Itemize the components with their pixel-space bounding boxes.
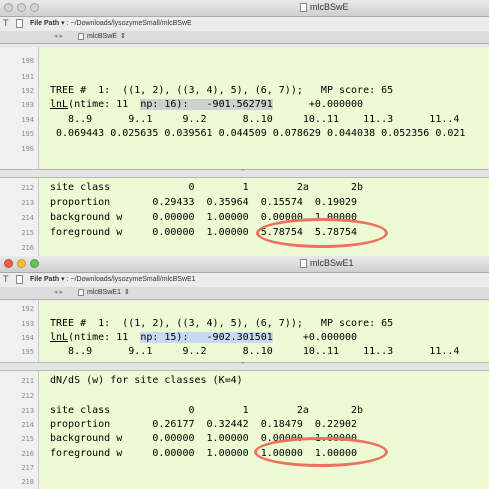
code-line: 216 foreground w 0.00000 1.00000 1.00000 … (21, 448, 358, 459)
title-bar-2[interactable]: mlcBSwE1 (0, 256, 489, 273)
editor-pane-bottom-2[interactable]: 211 dN/dS (w) for site classes (K=4) 212 … (0, 371, 489, 489)
code-line: 192 TREE # 1: ((1, 2), ((3, 4), 5), (6, 7… (21, 85, 394, 96)
code-line: 195 8..9 9..1 9..2 8..10 10..11 11..3 11… (21, 346, 489, 357)
tab-mlcbswe1[interactable]: mlcBSwE1 ⇕ (78, 288, 130, 296)
code-line: 193 TREE # 1: ((1, 2), ((3, 4), 5), (6, 7… (21, 318, 394, 329)
code-line: 215 background w 0.00000 1.00000 0.00000 … (21, 433, 358, 444)
text-cursor-icon[interactable]: T (3, 274, 9, 284)
code-line: 192 (21, 305, 34, 313)
code-line: 211 dN/dS (w) for site classes (K=4) (21, 375, 243, 386)
tab-bar: ◂ ▸ mlcBSwE1 ⇕ (0, 287, 489, 300)
code-line: 216 (21, 244, 34, 252)
code-line: 212 (21, 392, 34, 400)
annotation-oval-bottom (254, 437, 388, 467)
nav-arrows-icon[interactable]: ◂ ▸ (54, 288, 63, 296)
window-title: mlcBSwE1 (300, 258, 354, 268)
document-icon (300, 2, 307, 12)
code-line: 214 background w 0.00000 1.00000 0.00000 … (21, 212, 358, 223)
split-divider[interactable]: ⌃ (0, 169, 489, 178)
code-line: 196 (21, 145, 34, 153)
selection-highlight: np: 15): -902.301501 (140, 332, 273, 343)
tab-bar: ◂ ▸ mlcBSwE ⇕ (0, 31, 489, 44)
document-icon (78, 32, 84, 40)
zoom-window-button[interactable] (30, 3, 39, 12)
code-line: 190 (21, 57, 34, 65)
code-line: 218 (21, 478, 34, 486)
caret-up-icon: ⌃ (240, 362, 246, 369)
code-line: 212 site class 0 1 2a 2b (21, 182, 364, 193)
path-bar: T File Path ▾ : ~/Downloads/lysozymeSmal… (0, 273, 489, 287)
editor-window-2: mlcBSwE1 T File Path ▾ : ~/Downloads/lys… (0, 256, 489, 489)
document-icon (78, 288, 84, 296)
split-divider[interactable]: ⌃ (0, 362, 489, 371)
editor-pane-top-2[interactable]: 192 193 TREE # 1: ((1, 2), ((3, 4), 5), (… (0, 301, 489, 369)
code-line: 217 (21, 464, 34, 472)
close-window-button[interactable] (4, 259, 13, 268)
code-line: 215 foreground w 0.00000 1.00000 5.78754 … (21, 227, 358, 238)
editor-pane-top-1[interactable]: 190 191 192 TREE # 1: ((1, 2), ((3, 4), 5… (0, 47, 489, 169)
code-line: 194 8..9 9..1 9..2 8..10 10..11 11..3 11… (21, 114, 489, 125)
window-controls (4, 3, 39, 12)
code-line: 195 0.069443 0.025635 0.039561 0.044509 … (21, 128, 466, 139)
editor-pane-bottom-1[interactable]: 212 site class 0 1 2a 2b 213 proportion 0.… (0, 178, 489, 257)
code-line-lnl: 193 lnL(ntime: 11 np: 16): -901.562791 +0… (21, 99, 364, 110)
page-icon[interactable] (16, 275, 23, 284)
nav-arrows-icon[interactable]: ◂ ▸ (54, 32, 63, 40)
code-line-lnl: 194 lnL(ntime: 11 np: 15): -902.301501 +0… (21, 332, 358, 343)
text-cursor-icon[interactable]: T (3, 18, 9, 28)
window-controls (4, 259, 39, 268)
chevron-updown-icon: ⇕ (123, 289, 130, 296)
title-bar-1[interactable]: mlcBSwE (0, 0, 489, 17)
annotation-oval-top (256, 218, 388, 248)
code-line: 213 site class 0 1 2a 2b (21, 405, 364, 416)
page-icon[interactable] (16, 19, 23, 28)
tab-mlcbswe[interactable]: mlcBSwE ⇕ (78, 32, 126, 40)
zoom-window-button[interactable] (30, 259, 39, 268)
window-title: mlcBSwE (300, 2, 349, 12)
close-window-button[interactable] (4, 3, 13, 12)
code-line: 191 (21, 73, 34, 81)
code-line: 214 proportion 0.26177 0.32442 0.18479 0.… (21, 419, 358, 430)
minimize-window-button[interactable] (17, 259, 26, 268)
chevron-updown-icon: ⇕ (119, 33, 126, 40)
selection-highlight: np: 16): -901.562791 (140, 99, 273, 110)
code-line: 213 proportion 0.29433 0.35964 0.15574 0.… (21, 197, 358, 208)
caret-up-icon: ⌃ (240, 169, 246, 176)
file-path-popup[interactable]: File Path ▾ : ~/Downloads/lysozymeSmall/… (30, 19, 192, 27)
file-path-popup[interactable]: File Path ▾ : ~/Downloads/lysozymeSmall/… (30, 275, 196, 283)
editor-window-1: mlcBSwE T File Path ▾ : ~/Downloads/lyso… (0, 0, 489, 257)
document-icon (300, 258, 307, 268)
path-bar: T File Path ▾ : ~/Downloads/lysozymeSmal… (0, 17, 489, 31)
minimize-window-button[interactable] (17, 3, 26, 12)
